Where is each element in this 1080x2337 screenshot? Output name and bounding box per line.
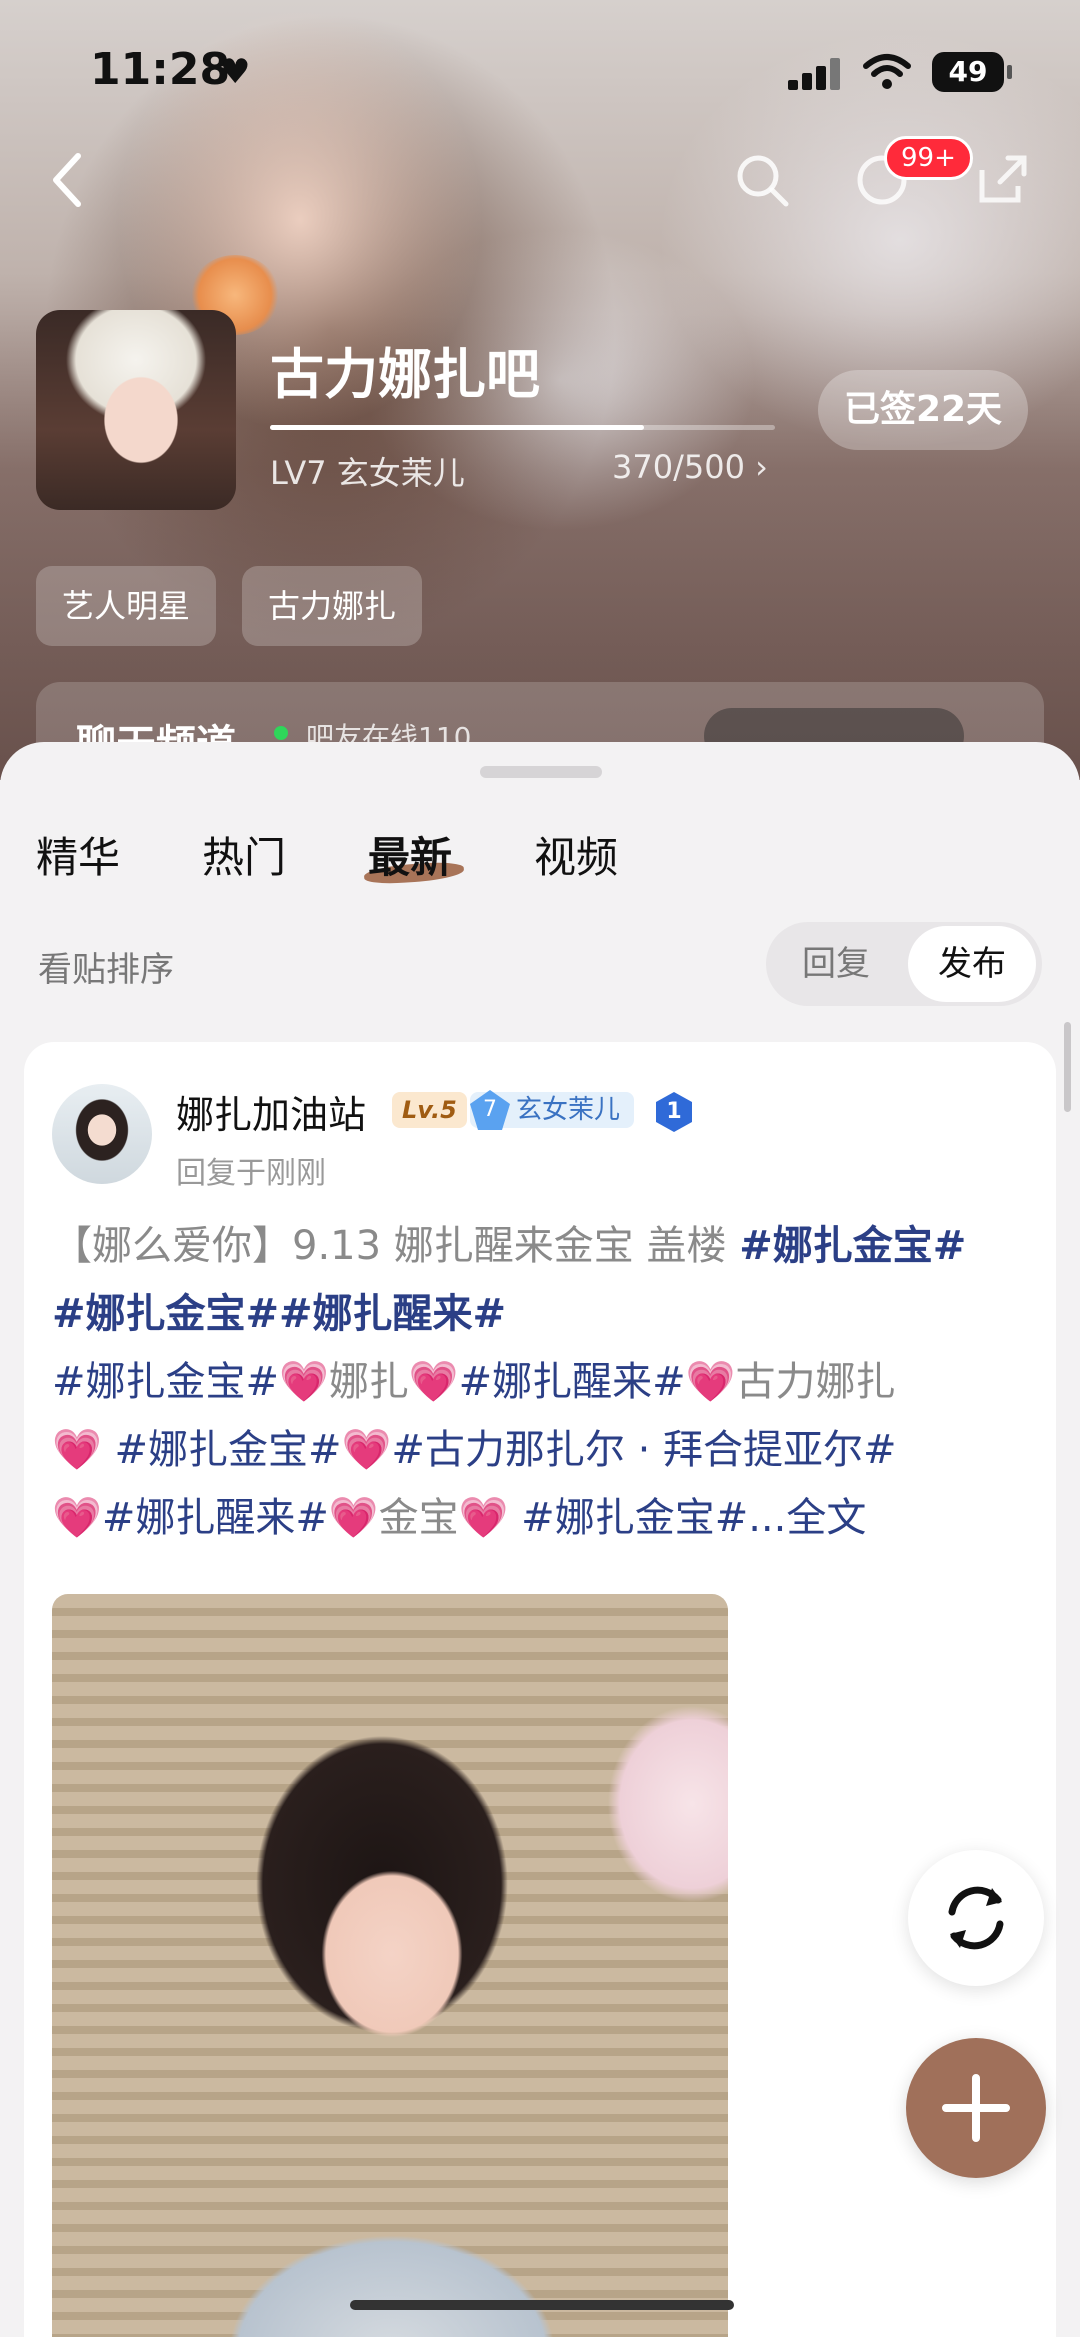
plain-text: 金宝 <box>378 1495 459 1541</box>
heart-emoji-icon: 💗 <box>328 1495 379 1541</box>
reply-time: 回复于刚刚 <box>176 1156 326 1191</box>
heart-emoji-icon: 💗 <box>279 1359 329 1405</box>
category-tag[interactable]: 古力娜扎 <box>242 566 423 646</box>
hashtag[interactable]: #娜扎醒来# <box>102 1495 329 1541</box>
hashtag[interactable]: #娜扎金宝# <box>739 1223 966 1269</box>
forum-name: 古力娜扎吧 <box>270 343 540 406</box>
heart-emoji-icon: 💗 <box>408 1359 459 1405</box>
tab-hot[interactable]: 热门 <box>202 824 286 885</box>
heart-icon: ♥ <box>220 52 251 92</box>
hashtag[interactable]: #娜扎金宝# <box>52 1291 279 1337</box>
hashtag[interactable]: #古力那扎尔 · 拜合提亚尔# <box>391 1427 896 1473</box>
gem-icon: 7 <box>470 1090 510 1130</box>
search-icon[interactable] <box>732 150 792 210</box>
signal-icon <box>788 56 840 90</box>
exp-progress-text[interactable]: 370/500 › <box>612 448 768 486</box>
category-tag[interactable]: 艺人明星 <box>36 566 217 646</box>
notification-badge: 99+ <box>884 136 973 180</box>
sort-by-reply[interactable]: 回复 <box>776 922 896 1006</box>
tab-latest[interactable]: 最新 <box>368 824 452 885</box>
post-image[interactable] <box>52 1594 728 2337</box>
title-badge: 7 玄女茉儿 <box>470 1090 635 1130</box>
plus-icon <box>942 2074 1010 2142</box>
tab-video[interactable]: 视频 <box>534 824 618 885</box>
scrollbar[interactable] <box>1064 1022 1071 1112</box>
sheet-drag-handle[interactable] <box>480 766 602 778</box>
signed-in-button[interactable]: 已签22天 <box>818 370 1028 450</box>
home-indicator[interactable] <box>350 2300 734 2310</box>
status-bar: 11:28 ♥ 49 <box>0 44 1080 104</box>
sort-by-publish[interactable]: 发布 <box>908 926 1036 1002</box>
sort-label: 看贴排序 <box>38 950 174 990</box>
plain-text: 娜扎 <box>328 1359 409 1405</box>
post-content[interactable]: 【娜么爱你】9.13 娜扎醒来金宝 盖楼 #娜扎金宝# #娜扎金宝##娜扎醒来#… <box>52 1212 1042 1552</box>
plain-text: 古力娜扎 <box>735 1359 896 1405</box>
post-card[interactable]: 娜扎加油站 Lv.5 7 玄女茉儿 1 回复于刚刚 【娜么爱你】9.13 娜扎醒… <box>24 1042 1056 2337</box>
level-progress-fill <box>270 425 644 430</box>
heart-emoji-icon: 💗 <box>52 1427 102 1473</box>
refresh-icon <box>948 1886 1004 1950</box>
battery-icon: 49 <box>932 52 1012 92</box>
refresh-button[interactable] <box>908 1850 1044 1986</box>
read-full-link[interactable]: #娜扎金宝#...全文 <box>508 1495 866 1541</box>
forum-avatar[interactable] <box>36 310 236 510</box>
heart-emoji-icon: 💗 <box>458 1495 509 1541</box>
heart-emoji-icon: 💗 <box>685 1359 736 1405</box>
tab-featured[interactable]: 精华 <box>36 824 120 885</box>
author-avatar[interactable] <box>52 1084 152 1184</box>
sort-toggle: 回复 发布 <box>766 922 1042 1006</box>
back-arrow-icon[interactable] <box>48 150 88 210</box>
title-badge-label: 玄女茉儿 <box>516 1095 621 1125</box>
medal-icon: 1 <box>656 1092 692 1132</box>
hashtag[interactable]: #娜扎醒来# <box>459 1359 686 1405</box>
hashtag[interactable]: #娜扎金宝# <box>52 1359 279 1405</box>
status-time: 11:28 <box>90 44 231 95</box>
heart-emoji-icon: 💗 <box>52 1495 102 1541</box>
share-icon[interactable] <box>972 150 1032 210</box>
post-title-text: 【娜么爱你】9.13 娜扎醒来金宝 盖楼 <box>52 1223 740 1269</box>
level-badge: Lv.5 <box>392 1092 467 1128</box>
level-progress-bar <box>270 425 775 430</box>
wifi-icon <box>863 54 911 89</box>
hashtag[interactable]: #娜扎金宝# <box>102 1427 342 1473</box>
user-level: LV7 玄女茉儿 <box>270 454 465 492</box>
add-post-button[interactable] <box>906 2038 1046 2178</box>
hashtag[interactable]: #娜扎醒来# <box>279 1291 506 1337</box>
heart-emoji-icon: 💗 <box>341 1427 392 1473</box>
online-indicator <box>274 726 288 740</box>
author-name[interactable]: 娜扎加油站 <box>176 1084 366 1139</box>
